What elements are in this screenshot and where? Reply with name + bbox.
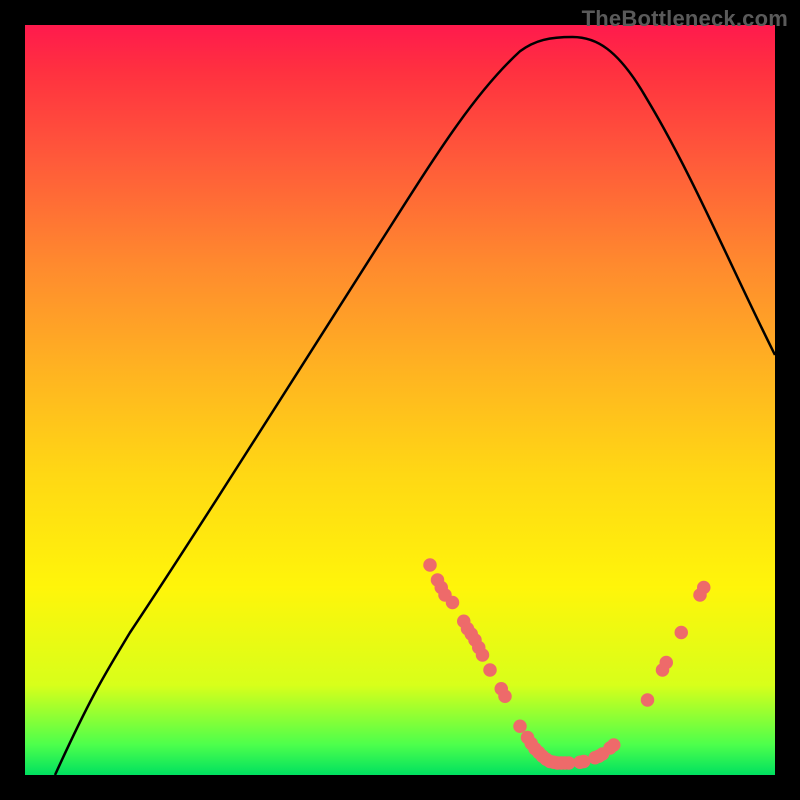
watermark-text: TheBottleneck.com: [582, 6, 788, 32]
chart-points: [423, 558, 710, 770]
data-point: [660, 656, 674, 670]
data-point: [513, 720, 527, 734]
chart-svg: [25, 25, 775, 775]
data-point: [498, 690, 512, 704]
data-point: [476, 648, 489, 662]
chart-plot-area: [25, 25, 775, 775]
data-point: [423, 558, 436, 572]
data-point: [607, 738, 621, 752]
data-point: [483, 663, 496, 677]
data-point: [641, 693, 655, 707]
data-point: [446, 596, 459, 610]
data-point: [697, 581, 711, 595]
data-point: [675, 626, 689, 640]
